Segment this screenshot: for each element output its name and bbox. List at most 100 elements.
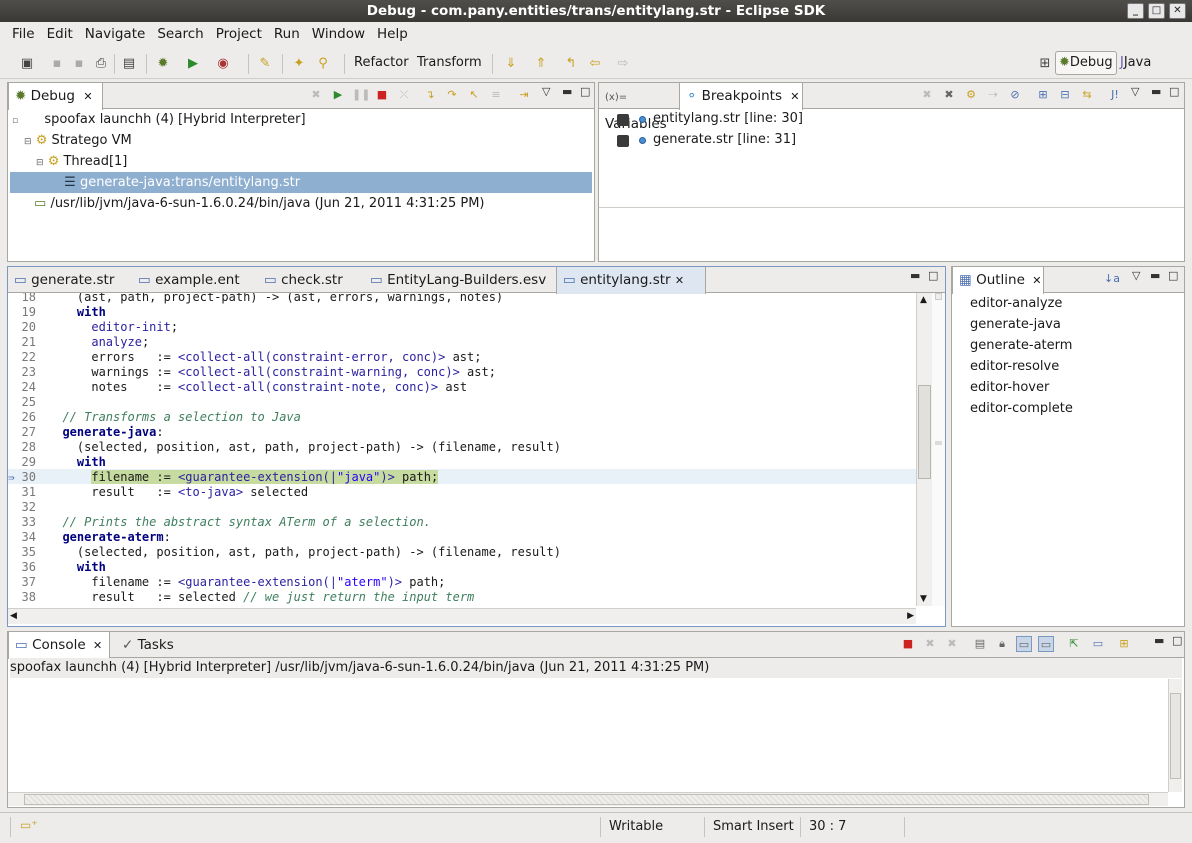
forward-icon[interactable]: ⇨ [614,54,632,72]
step-into-icon[interactable]: ↴ [422,87,438,103]
add-exception-icon[interactable]: J! [1107,87,1123,103]
remove-breakpoint-icon[interactable]: ✖ [919,87,935,103]
tab-entitylang-builders[interactable]: ▭ EntityLang-Builders.esv [364,267,556,293]
scroll-lock-icon[interactable]: 🔒︎ [994,636,1010,652]
suspend-icon[interactable]: ❚❚ [352,87,370,103]
search-icon[interactable]: ⚲ [314,54,332,72]
outline-item[interactable]: generate-java [970,314,1061,335]
tab-breakpoints[interactable]: ⚬ Breakpoints ✕ [679,83,803,110]
fast-view-icon[interactable]: ▭⁺ [20,818,38,832]
brush-icon[interactable]: ✎ [256,54,274,72]
tree-item-vm[interactable]: ⊟ ⚙ Stratego VM [24,130,132,151]
menu-project[interactable]: Project [210,22,268,46]
tab-entitylang-str[interactable]: ▭ entitylang.str ✕ [556,267,706,294]
menu-navigate[interactable]: Navigate [79,22,152,46]
scrollbar-thumb[interactable] [918,385,931,479]
breakpoint-checkbox[interactable] [617,114,629,126]
maximize-view-icon[interactable]: □ [1168,269,1178,282]
clear-console-icon[interactable]: ▤ [972,636,988,652]
debug-run-icon[interactable]: ✹ [154,54,172,72]
step-filters-icon[interactable]: ⇥ [516,87,532,103]
show-on-output-icon[interactable]: ▭ [1016,636,1032,652]
java-perspective-button[interactable]: JJava [1120,55,1151,70]
step-over-icon[interactable]: ↷ [444,87,460,103]
view-menu-icon[interactable]: ▽ [542,85,550,98]
minimize-view-icon[interactable]: ▬ [1154,634,1164,647]
close-icon[interactable]: ✕ [93,639,102,652]
new-icon[interactable]: ▣ [18,54,36,72]
console-hscrollbar[interactable] [8,792,1168,806]
remove-all-breakpoints-icon[interactable]: ✖ [941,87,957,103]
close-icon[interactable]: ✕ [790,90,799,103]
console-vscrollbar[interactable] [1168,679,1182,792]
outline-item[interactable]: editor-analyze [970,293,1062,314]
show-supported-icon[interactable]: ⚙ [963,87,979,103]
tab-example-ent[interactable]: ▭ example.ent [132,267,258,293]
view-menu-icon[interactable]: ▽ [1131,85,1139,98]
prev-annotation-icon[interactable]: ⇑ [532,54,550,72]
minimize-view-icon[interactable]: ▬ [562,85,572,98]
tab-tasks[interactable]: ✓ Tasks [116,632,186,658]
close-button[interactable]: ✕ [1169,3,1186,19]
outline-item[interactable]: generate-aterm [970,335,1072,356]
outline-item[interactable]: editor-resolve [970,356,1059,377]
remove-launch-icon[interactable]: ✖ [922,636,938,652]
close-icon[interactable]: ✕ [1032,274,1041,287]
menu-file[interactable]: File [6,22,41,46]
remove-terminated-icon[interactable]: ✖ [308,87,324,103]
view-menu-icon[interactable]: ▽ [1132,269,1140,282]
tree-item-launch[interactable]: ▫ spoofax launchh (4) [Hybrid Interprete… [12,109,306,130]
close-icon[interactable]: ✕ [83,90,92,103]
breakpoint-item[interactable]: generate.str [line: 31] [599,130,899,151]
tab-console[interactable]: ▭ Console ✕ [8,632,110,659]
resume-icon[interactable]: ▶ [330,87,346,103]
code-editor[interactable]: 18 (ast, path, project-path) -> (ast, er… [8,293,916,606]
run-icon[interactable]: ▶ [184,54,202,72]
minimize-view-icon[interactable]: ▬ [1150,269,1160,282]
open-type-icon[interactable]: ✦ [290,54,308,72]
maximize-view-icon[interactable]: □ [1172,634,1182,647]
tab-outline[interactable]: ▦ Outline ✕ [952,267,1044,294]
link-editor-icon[interactable]: ⇆ [1079,87,1095,103]
disconnect-icon[interactable]: ⤫ [396,87,412,103]
back-icon[interactable]: ⇦ [586,54,604,72]
outline-item[interactable]: editor-hover [970,377,1049,398]
close-icon[interactable]: ✕ [675,274,684,287]
menu-edit[interactable]: Edit [41,22,79,46]
vertical-scrollbar[interactable]: ▲ ▼ [916,293,932,606]
last-edit-icon[interactable]: ↰ [562,54,580,72]
terminate-icon[interactable]: ■ [900,636,916,652]
tab-debug[interactable]: ✹ Debug ✕ [8,83,103,110]
minimize-view-icon[interactable]: ▬ [1151,85,1161,98]
pin-console-icon[interactable]: ⇱ [1066,636,1082,652]
print-icon[interactable]: ⎙ [92,54,110,72]
debug-perspective-button[interactable]: ✹Debug [1055,51,1117,75]
open-console-icon[interactable]: ⊞ [1116,636,1132,652]
next-annotation-icon[interactable]: ⇓ [502,54,520,72]
skip-breakpoints-icon[interactable]: ⊘ [1007,87,1023,103]
maximize-view-icon[interactable]: □ [1169,85,1179,98]
breakpoint-item[interactable]: entitylang.str [line: 30] [599,109,899,130]
tab-check-str[interactable]: ▭ check.str [258,267,364,293]
menu-help[interactable]: Help [371,22,414,46]
refactor-menu[interactable]: Refactor [354,55,409,70]
horizontal-scrollbar[interactable]: ◀ ▶ [8,608,916,624]
breakpoint-checkbox[interactable] [617,135,629,147]
tab-variables[interactable]: (x)= Variables [599,83,679,132]
maximize-view-icon[interactable]: □ [928,269,938,282]
menu-window[interactable]: Window [306,22,371,46]
maximize-view-icon[interactable]: □ [580,85,590,98]
tree-item-stack-frame[interactable]: ☰ generate-java:trans/entitylang.str [10,172,592,193]
terminate-icon[interactable]: ■ [374,87,390,103]
open-perspective-icon[interactable]: ⊞ [1036,54,1054,72]
step-return-icon[interactable]: ↖ [466,87,482,103]
binary-icon[interactable]: ▤ [120,54,138,72]
show-on-error-icon[interactable]: ▭ [1038,636,1054,652]
external-tools-icon[interactable]: ◉ [214,54,232,72]
console-output[interactable] [8,679,1168,792]
save-all-icon[interactable]: ▪ [70,54,88,72]
minimize-view-icon[interactable]: ▬ [910,269,920,282]
collapse-all-icon[interactable]: ⊟ [1057,87,1073,103]
tree-item-process[interactable]: ▭ /usr/lib/jvm/java-6-sun-1.6.0.24/bin/j… [34,193,485,214]
sort-icon[interactable]: ↓a [1104,271,1120,287]
